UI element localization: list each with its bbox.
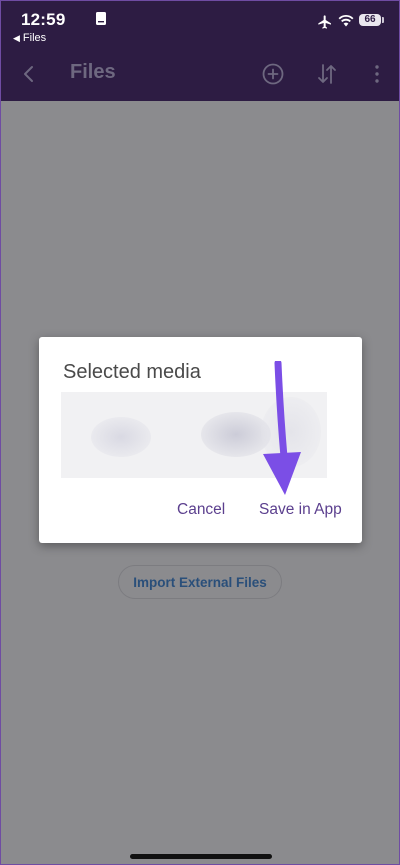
add-circle-icon[interactable] (262, 63, 284, 85)
blurred-thumbnail (91, 417, 151, 457)
home-indicator[interactable] (130, 854, 272, 859)
status-time: 12:59 (21, 10, 66, 29)
cancel-button[interactable]: Cancel (177, 501, 225, 519)
selected-media-dialog: Selected media Cancel Save in App (39, 337, 362, 543)
save-in-app-button[interactable]: Save in App (259, 501, 342, 519)
airplane-icon (318, 15, 331, 29)
back-chevron-icon[interactable] (19, 63, 39, 85)
back-to-app-link[interactable]: ◀ Files (13, 32, 46, 44)
sort-icon[interactable] (315, 62, 339, 86)
battery-level: 66 (364, 14, 376, 25)
wifi-icon (338, 14, 354, 27)
more-vertical-icon[interactable] (371, 63, 383, 85)
battery-icon: 66 (359, 14, 381, 26)
app-header: 12:59 ◀ Files 66 Files (1, 1, 399, 101)
battery-nub (382, 17, 384, 23)
dialog-title: Selected media (63, 361, 201, 383)
page-title: Files (70, 61, 116, 83)
screen: 12:59 ◀ Files 66 Files Import External F… (0, 0, 400, 865)
back-triangle-icon: ◀ (13, 33, 20, 43)
import-external-files-button[interactable]: Import External Files (118, 565, 282, 599)
note-icon (96, 12, 106, 25)
back-to-app-label: Files (22, 32, 47, 44)
annotation-arrow-icon (263, 361, 301, 495)
